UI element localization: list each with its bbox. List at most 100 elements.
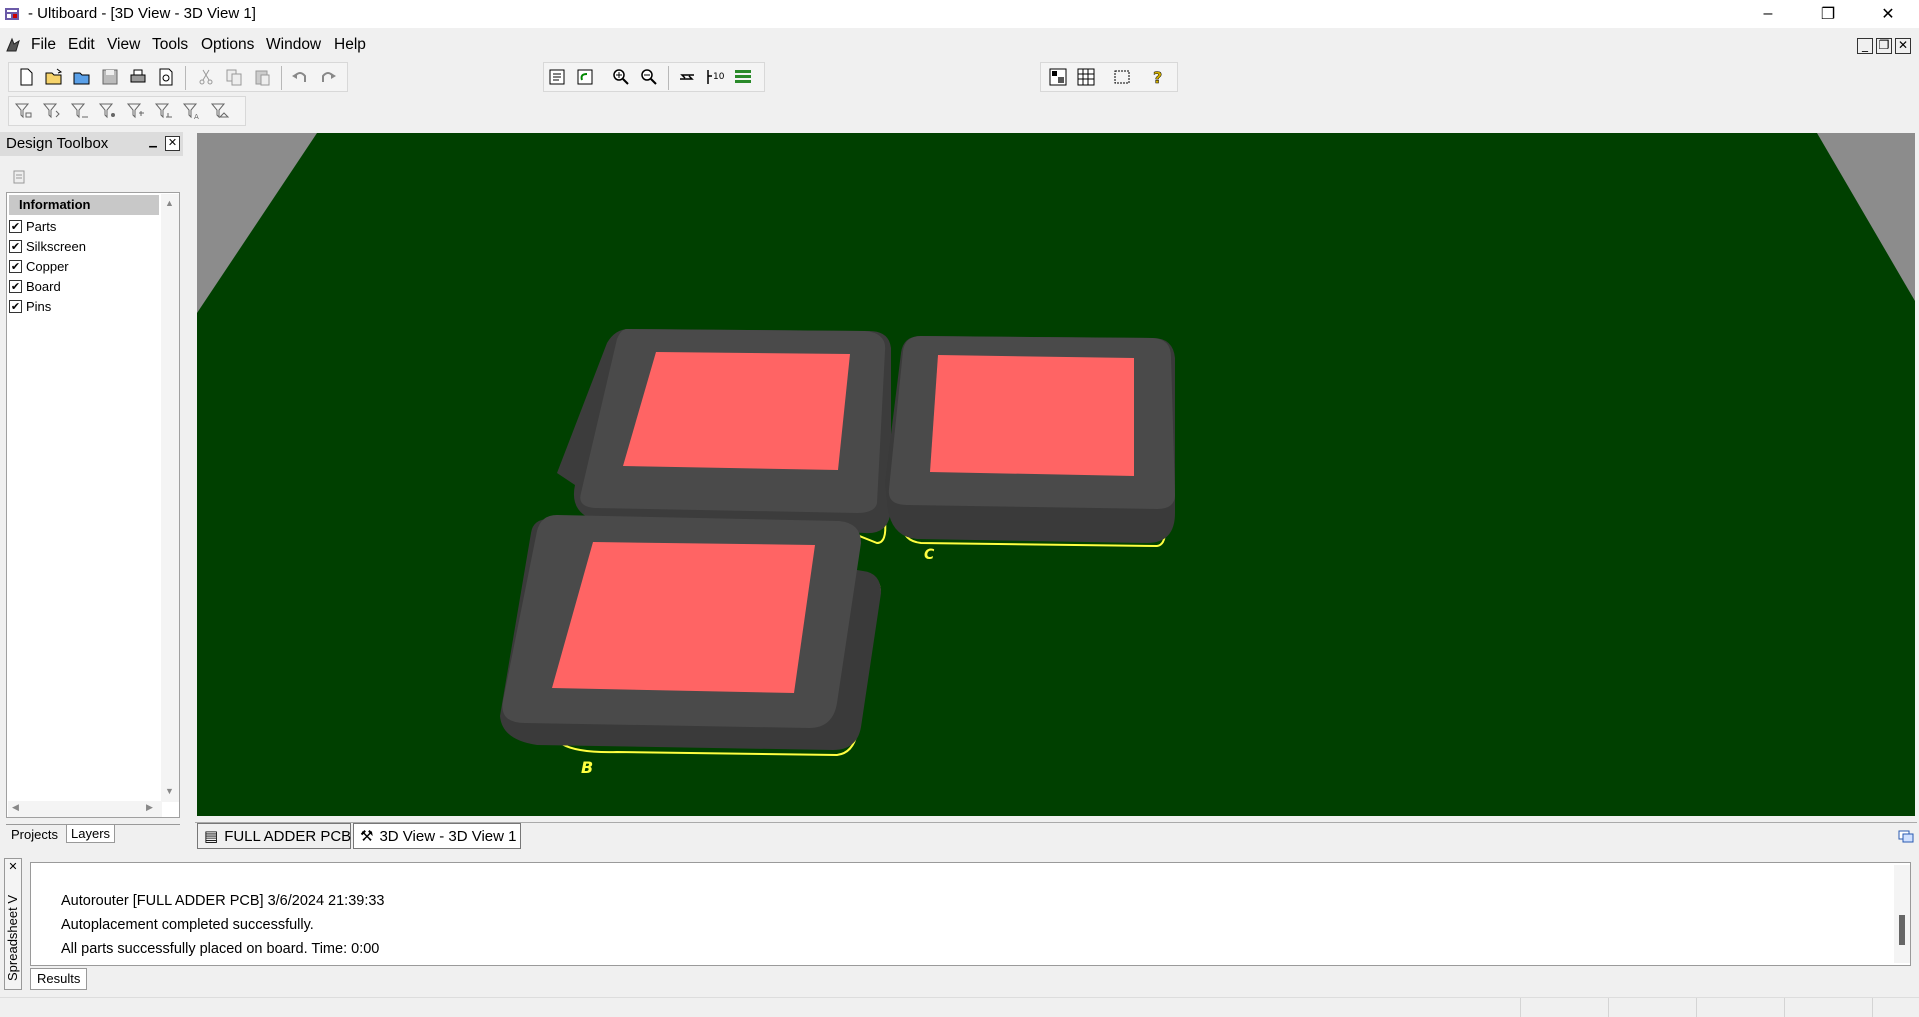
silk-label-b: B bbox=[581, 758, 593, 777]
filter-icon[interactable] bbox=[67, 98, 93, 124]
layer-item-copper[interactable]: ✔ Copper bbox=[9, 256, 69, 276]
tab-label: FULL ADDER PCB * bbox=[224, 827, 362, 845]
menu-edit[interactable]: Edit bbox=[68, 36, 95, 54]
tab-results[interactable]: Results bbox=[30, 968, 88, 990]
status-separator bbox=[1696, 998, 1697, 1017]
menu-window[interactable]: Window bbox=[266, 36, 321, 54]
window-toolbar: ? bbox=[1040, 62, 1178, 92]
checkbox-icon[interactable]: ✔ bbox=[9, 259, 22, 273]
filter-icon[interactable] bbox=[39, 98, 65, 124]
part-c[interactable] bbox=[885, 336, 1175, 548]
checkbox-icon[interactable]: ✔ bbox=[9, 239, 22, 253]
horizontal-scrollbar[interactable]: ◀ ▶ bbox=[8, 801, 162, 817]
tab-layers[interactable]: Layers bbox=[66, 825, 116, 843]
document-icon[interactable] bbox=[4, 36, 22, 54]
open-folder-icon[interactable] bbox=[41, 64, 67, 90]
checkbox-icon[interactable]: ✔ bbox=[9, 219, 22, 233]
checkbox-icon[interactable]: ✔ bbox=[9, 279, 22, 293]
redraw-icon[interactable] bbox=[544, 64, 570, 90]
tab-full-adder-pcb[interactable]: ▤ FULL ADDER PCB * bbox=[197, 823, 361, 849]
checkbox-icon[interactable]: ✔ bbox=[9, 299, 22, 313]
scroll-left-icon[interactable]: ◀ bbox=[12, 802, 19, 813]
close-button[interactable]: ✕ bbox=[1858, 0, 1918, 28]
filter-icon[interactable] bbox=[11, 98, 37, 124]
copy-icon[interactable] bbox=[221, 64, 247, 90]
refresh-icon[interactable] bbox=[572, 64, 598, 90]
zoom-out-icon[interactable] bbox=[636, 64, 662, 90]
mdi-minimize-button[interactable]: _ bbox=[1857, 38, 1873, 54]
part-a[interactable] bbox=[557, 329, 892, 545]
status-separator bbox=[1520, 998, 1521, 1017]
scroll-down-icon[interactable]: ▼ bbox=[165, 786, 174, 796]
menu-view[interactable]: View bbox=[107, 36, 140, 54]
undo-icon[interactable] bbox=[287, 64, 313, 90]
scroll-up-icon[interactable]: ▲ bbox=[165, 198, 174, 208]
spreadsheet-icon[interactable] bbox=[1073, 64, 1099, 90]
output-line: Autorouter [FULL ADDER PCB] 3/6/2024 21:… bbox=[61, 893, 385, 909]
layer-label: Copper bbox=[26, 258, 69, 274]
output-panel: Autorouter [FULL ADDER PCB] 3/6/2024 21:… bbox=[30, 862, 1911, 966]
pin-icon[interactable]: ▁ bbox=[146, 137, 160, 151]
mdi-close-button[interactable]: ✕ bbox=[1895, 38, 1911, 54]
spreadsheet-view-label[interactable]: Spreadsheet V bbox=[5, 877, 21, 981]
layer-item-pins[interactable]: ✔ Pins bbox=[9, 296, 51, 316]
toolbar-separator bbox=[281, 66, 282, 90]
mdi-restore-button[interactable]: ❐ bbox=[1876, 38, 1892, 54]
layer-settings-icon[interactable] bbox=[10, 168, 28, 186]
menu-help[interactable]: Help bbox=[334, 36, 366, 54]
layer-item-silkscreen[interactable]: ✔ Silkscreen bbox=[9, 236, 86, 256]
layer-stack-icon[interactable] bbox=[730, 64, 756, 90]
open-project-icon[interactable] bbox=[69, 64, 95, 90]
layer-label: Pins bbox=[26, 298, 52, 314]
toolbox-title-bar: Design Toolbox ▁ ✕ bbox=[0, 132, 183, 156]
filter-icon[interactable] bbox=[123, 98, 149, 124]
pcb-document-icon: ▤ bbox=[204, 828, 219, 845]
redo-icon[interactable] bbox=[315, 64, 341, 90]
tab-projects[interactable]: Projects bbox=[8, 826, 61, 843]
full-screen-icon[interactable] bbox=[1109, 64, 1135, 90]
paste-icon[interactable] bbox=[249, 64, 275, 90]
save-icon[interactable] bbox=[97, 64, 123, 90]
standard-toolbar bbox=[8, 62, 348, 92]
title-bar: - Ultiboard - [3D View - 3D View 1] – ❐ … bbox=[0, 0, 1919, 28]
filter-icon[interactable] bbox=[207, 98, 233, 124]
part-b[interactable] bbox=[500, 515, 881, 757]
toggle-toolbox-icon[interactable] bbox=[1045, 64, 1071, 90]
filter-icon[interactable] bbox=[151, 98, 177, 124]
zoom-f10-icon[interactable]: 10 bbox=[702, 64, 728, 90]
filter-toolbar: A bbox=[8, 96, 246, 126]
svg-text:A: A bbox=[194, 113, 199, 121]
view-toolbar: 10 bbox=[543, 62, 765, 92]
filter-icon[interactable]: A bbox=[179, 98, 205, 124]
flip-view-icon[interactable] bbox=[674, 64, 700, 90]
toolbox-close-icon[interactable]: ✕ bbox=[165, 136, 180, 151]
status-separator bbox=[1872, 998, 1873, 1017]
window-arrange-icon[interactable] bbox=[1898, 828, 1914, 844]
scroll-right-icon[interactable]: ▶ bbox=[146, 802, 153, 813]
restore-button[interactable]: ❐ bbox=[1798, 0, 1858, 28]
toolbox-tabs: Projects Layers bbox=[6, 824, 180, 846]
menu-tools[interactable]: Tools bbox=[152, 36, 188, 54]
layer-item-parts[interactable]: ✔ Parts bbox=[9, 216, 56, 236]
layer-item-board[interactable]: ✔ Board bbox=[9, 276, 61, 296]
part-c-top-face bbox=[930, 355, 1134, 476]
menu-file[interactable]: File bbox=[31, 36, 56, 54]
status-separator bbox=[1784, 998, 1785, 1017]
help-icon[interactable]: ? bbox=[1145, 64, 1171, 90]
new-file-icon[interactable] bbox=[13, 64, 39, 90]
minimize-button[interactable]: – bbox=[1738, 0, 1798, 28]
output-scrollbar[interactable] bbox=[1894, 865, 1910, 963]
scrollbar-thumb[interactable] bbox=[1899, 915, 1905, 945]
vertical-scrollbar[interactable]: ▲ ▼ bbox=[161, 194, 179, 802]
print-preview-icon[interactable] bbox=[153, 64, 179, 90]
output-close-icon[interactable]: ✕ bbox=[6, 860, 20, 874]
3d-view-canvas[interactable]: B C bbox=[197, 133, 1915, 816]
print-icon[interactable] bbox=[125, 64, 151, 90]
toolbar-separator bbox=[668, 66, 669, 90]
menu-options[interactable]: Options bbox=[201, 36, 254, 54]
zoom-in-icon[interactable] bbox=[608, 64, 634, 90]
tab-3d-view[interactable]: ⚒ 3D View - 3D View 1 bbox=[353, 823, 521, 849]
cut-icon[interactable] bbox=[193, 64, 219, 90]
layer-label: Parts bbox=[26, 218, 57, 234]
filter-icon[interactable] bbox=[95, 98, 121, 124]
